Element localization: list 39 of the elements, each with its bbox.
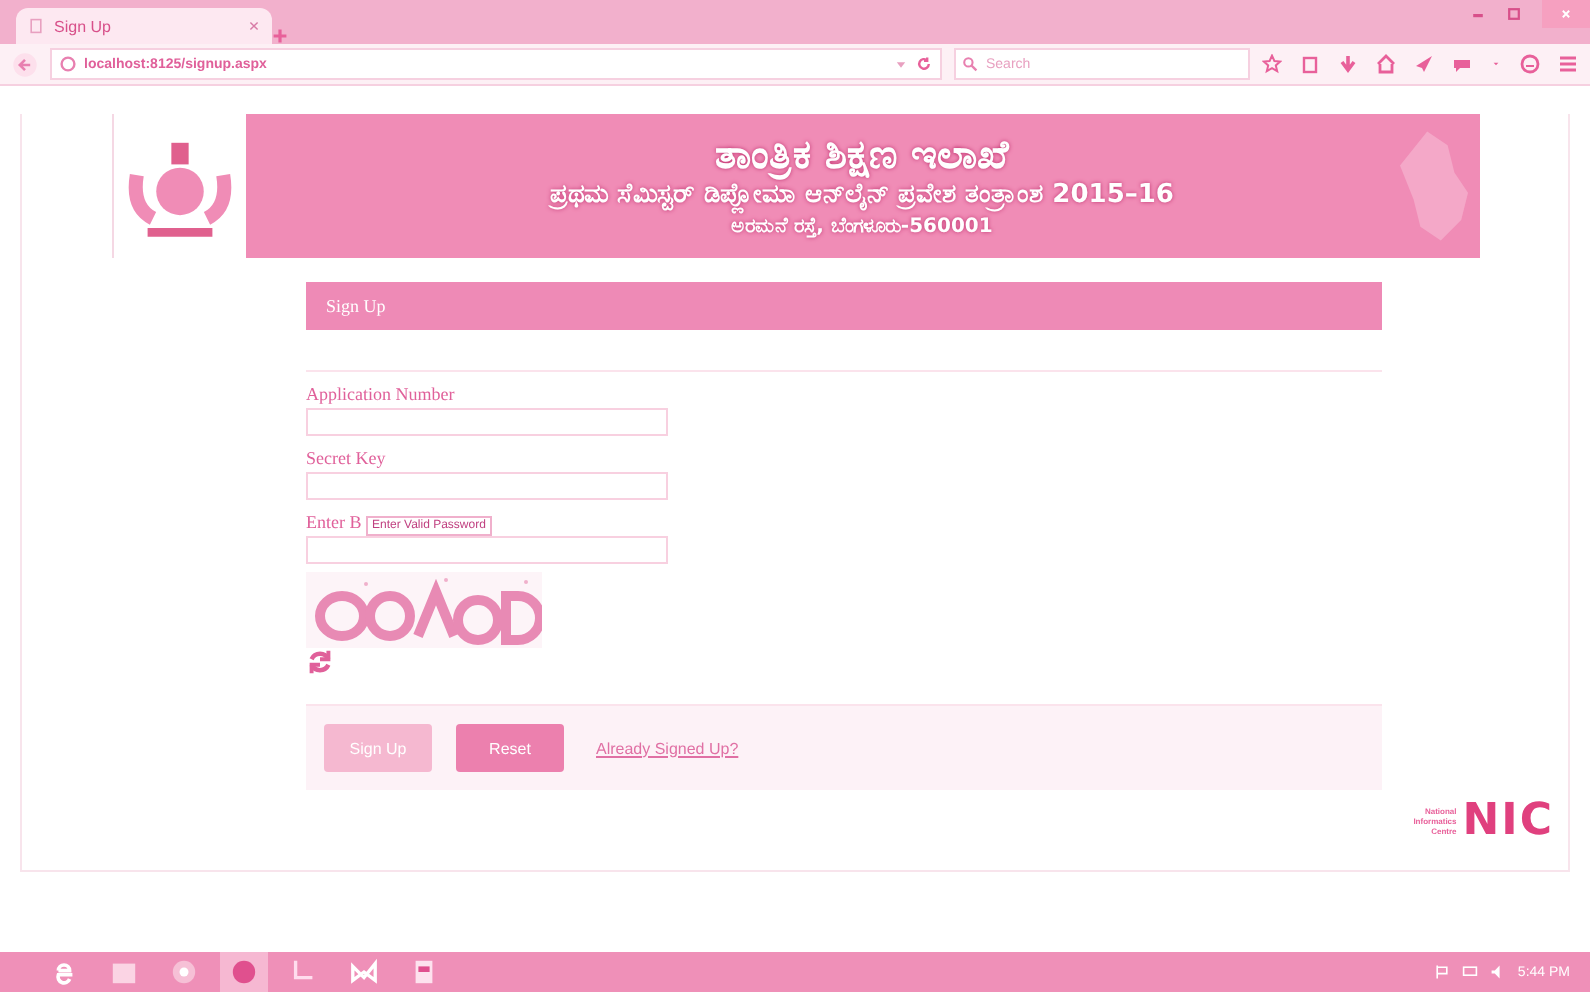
form-header: Sign Up — [306, 282, 1382, 330]
logo-mark: NIC — [1462, 796, 1554, 846]
refresh-icon[interactable] — [306, 648, 334, 676]
input-field[interactable] — [306, 408, 668, 436]
network-icon[interactable] — [1461, 964, 1478, 980]
taskbar-button[interactable] — [220, 952, 268, 992]
clipboard-icon[interactable] — [1300, 54, 1320, 74]
input-field[interactable] — [306, 472, 668, 500]
chat-icon[interactable] — [1452, 54, 1472, 74]
reload-icon[interactable] — [916, 56, 932, 72]
browser-icon[interactable] — [50, 958, 78, 986]
back-icon[interactable] — [12, 51, 38, 77]
download-icon[interactable] — [1338, 54, 1358, 74]
send-icon[interactable] — [1414, 54, 1434, 74]
flag-icon[interactable] — [1433, 964, 1450, 980]
field-label: Application Number — [306, 384, 455, 404]
input-field[interactable] — [306, 536, 668, 564]
round-app-icon[interactable] — [170, 958, 198, 986]
menu-icon[interactable] — [1558, 54, 1578, 74]
restore-icon[interactable] — [1506, 6, 1522, 22]
star-icon[interactable] — [1262, 54, 1282, 74]
new-tab-icon[interactable] — [272, 28, 288, 44]
close-button[interactable] — [1542, 0, 1590, 28]
document-icon[interactable] — [410, 958, 438, 986]
page-icon — [28, 18, 44, 34]
banner-subtitle: ಪ್ರಥಮ ಸೆಮಿಸ್ಟರ್ ಡಿಪ್ಲೋಮಾ ಆನ್‌ಲೈನ್ ಪ್ರವೇಶ ತಂತ್ರಾಂಶ 2015–16 — [550, 180, 1174, 214]
home-icon[interactable] — [1376, 54, 1396, 74]
folder-icon[interactable] — [110, 958, 138, 986]
banner-address: ಅರಮನೆ ರಸ್ತೆ, ಬೆಂಗಳೂರು-560001 — [731, 214, 993, 242]
form-button[interactable]: Reset — [456, 724, 564, 772]
field-label: Secret Key — [306, 448, 386, 468]
map-drawing — [1399, 130, 1467, 242]
close-icon[interactable] — [248, 20, 260, 32]
dropdown-icon[interactable] — [894, 57, 908, 71]
signed-up-link[interactable]: Already Signed Up? — [596, 739, 739, 757]
browser-tab[interactable]: Sign Up — [16, 8, 272, 44]
department-title: ತಾಂತ್ರಿಕ ಶಿಕ್ಷಣ ಇಲಾಖೆ — [715, 130, 1009, 178]
field-label: Enter B — [306, 512, 362, 532]
volume-icon[interactable] — [1489, 964, 1506, 980]
